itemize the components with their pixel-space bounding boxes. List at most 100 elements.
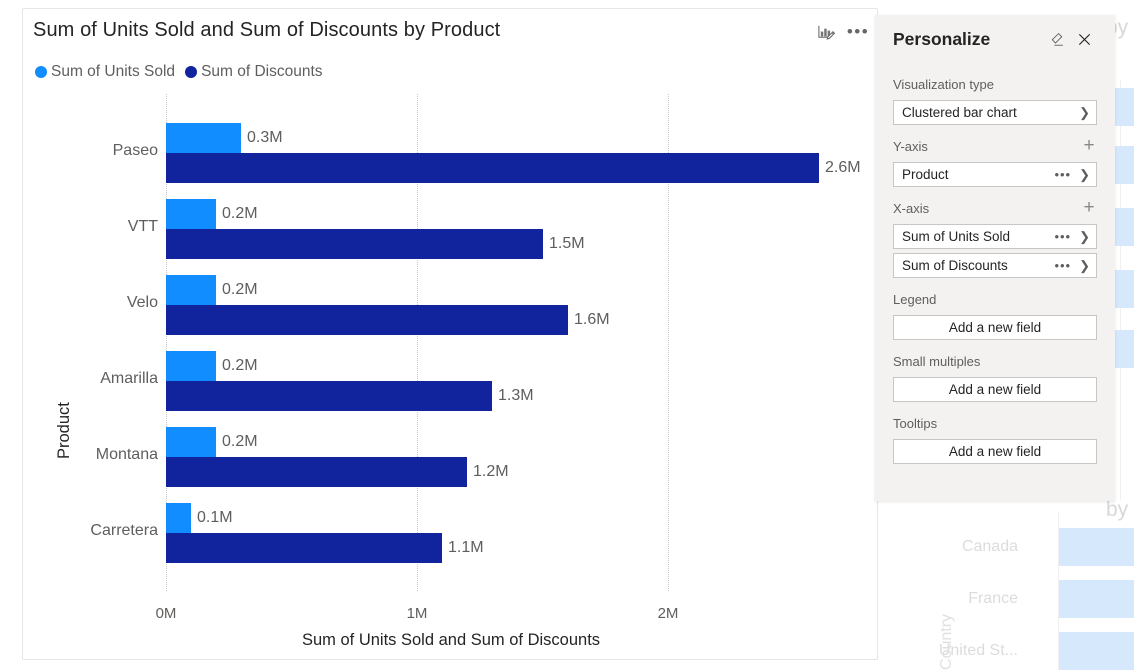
bar-data-label: 1.3M <box>498 387 534 404</box>
chart-visual-card[interactable]: Sum of Units Sold and Sum of Discounts b… <box>22 8 878 660</box>
chevron-right-icon[interactable]: ❯ <box>1079 229 1090 245</box>
chevron-right-icon[interactable]: ❯ <box>1079 105 1090 121</box>
field-more-options-icon[interactable]: ••• <box>1054 258 1071 273</box>
background-gridline <box>1058 512 1059 670</box>
pane-section-y-axis: Y-axis + Product ••• ❯ <box>893 135 1097 187</box>
pane-section-visualization-type: Visualization type Clustered bar chart ❯ <box>893 73 1097 125</box>
background-bar <box>1058 580 1134 618</box>
pane-section-label: X-axis <box>893 200 930 216</box>
bar-group: Amarilla 0.2M 1.3M <box>23 351 879 411</box>
pane-section-legend: Legend Add a new field <box>893 288 1097 340</box>
pane-section-header: Y-axis + <box>893 135 1097 157</box>
pane-section-header: X-axis + <box>893 197 1097 219</box>
field-label: Sum of Discounts <box>902 258 1008 273</box>
bar-sum-of-units-sold[interactable] <box>166 199 216 229</box>
bar-row: 0.2M <box>166 275 876 305</box>
y-axis-category-label[interactable]: Velo <box>33 294 158 312</box>
chart-legend: Sum of Units Sold Sum of Discounts <box>35 63 323 81</box>
bar-data-label: 1.5M <box>549 235 585 252</box>
add-new-field-label: Add a new field <box>948 444 1042 459</box>
close-icon[interactable] <box>1071 26 1097 52</box>
personalize-pane-title: Personalize <box>893 28 991 49</box>
bar-data-label: 2.6M <box>825 159 861 176</box>
bar-row: 0.1M <box>166 503 876 533</box>
field-label: Clustered bar chart <box>902 105 1017 120</box>
bar-sum-of-discounts[interactable] <box>166 457 467 487</box>
pane-section-x-axis: X-axis + Sum of Units Sold ••• ❯ Sum of Disco… <box>893 197 1097 278</box>
bar-row: 1.3M <box>166 381 876 411</box>
personalize-visual-icon[interactable] <box>815 21 837 43</box>
bar-row: 1.5M <box>166 229 876 259</box>
bar-row: 0.2M <box>166 351 876 381</box>
pane-section-label: Small multiples <box>893 353 981 369</box>
legend-item-discounts[interactable]: Sum of Discounts <box>185 63 323 81</box>
bar-data-label: 0.2M <box>222 433 258 450</box>
bar-row: 0.2M <box>166 199 876 229</box>
bar-data-label: 0.2M <box>222 357 258 374</box>
background-bar <box>1058 528 1134 566</box>
field-box-product[interactable]: Product ••• ❯ <box>893 162 1097 187</box>
legend-item-units-sold[interactable]: Sum of Units Sold <box>35 63 175 81</box>
personalize-pane[interactable]: Personalize Visualization type Clustered … <box>875 15 1115 501</box>
add-field-plus-icon[interactable]: + <box>1081 136 1097 155</box>
bar-sum-of-units-sold[interactable] <box>166 503 191 533</box>
bar-sum-of-units-sold[interactable] <box>166 427 216 457</box>
pane-section-header: Legend <box>893 288 1097 310</box>
field-more-options-icon[interactable]: ••• <box>1054 167 1071 182</box>
bar-sum-of-discounts[interactable] <box>166 533 442 563</box>
background-category-france: France <box>968 590 1018 607</box>
bar-sum-of-units-sold[interactable] <box>166 351 216 381</box>
bar-sum-of-discounts[interactable] <box>166 153 819 183</box>
pane-section-tooltips: Tooltips Add a new field <box>893 412 1097 464</box>
y-axis-category-label[interactable]: Amarilla <box>33 370 158 388</box>
field-label: Product <box>902 167 949 182</box>
pane-section-label: Tooltips <box>893 415 938 431</box>
field-box-sum-of-discounts[interactable]: Sum of Discounts ••• ❯ <box>893 253 1097 278</box>
bar-group: Carretera 0.1M 1.1M <box>23 503 879 563</box>
bar-row: 0.2M <box>166 427 876 457</box>
bar-sum-of-discounts[interactable] <box>166 229 543 259</box>
y-axis-category-label[interactable]: Montana <box>33 446 158 464</box>
more-options-icon[interactable]: ••• <box>847 21 869 43</box>
y-axis-category-label[interactable]: Carretera <box>33 522 158 540</box>
bar-group: Montana 0.2M 1.2M <box>23 427 879 487</box>
chevron-right-icon[interactable]: ❯ <box>1079 167 1090 183</box>
y-axis-category-label[interactable]: Paseo <box>33 142 158 160</box>
pane-section-header: Small multiples <box>893 350 1097 372</box>
bar-sum-of-discounts[interactable] <box>166 381 492 411</box>
y-axis-category-label[interactable]: VTT <box>33 218 158 236</box>
field-box-clustered-bar-chart[interactable]: Clustered bar chart ❯ <box>893 100 1097 125</box>
pane-section-label: Legend <box>893 291 937 307</box>
bar-row: 2.6M <box>166 153 876 183</box>
field-more-options-icon[interactable]: ••• <box>1054 229 1071 244</box>
bar-sum-of-units-sold[interactable] <box>166 275 216 305</box>
bar-data-label: 0.3M <box>247 129 283 146</box>
bar-sum-of-units-sold[interactable] <box>166 123 241 153</box>
x-axis-ticks: 0M 1M 2M <box>23 605 879 629</box>
personalize-sections: Visualization type Clustered bar chart ❯ Y-… <box>893 73 1097 464</box>
bar-group: Velo 0.2M 1.6M <box>23 275 879 335</box>
bar-groups: Paseo 0.3M 2.6M VTT 0.2M 1.5M Velo 0.2M 1.6M Amar… <box>23 94 879 574</box>
add-field-plus-icon[interactable]: + <box>1081 198 1097 217</box>
bar-data-label: 0.2M <box>222 281 258 298</box>
x-axis-tick-label: 2M <box>657 605 679 622</box>
background-axis-title-country: Country <box>938 613 955 670</box>
pane-section-header: Visualization type <box>893 73 1097 95</box>
bar-group: Paseo 0.3M 2.6M <box>23 123 879 183</box>
visual-header-icons: ••• <box>815 21 869 43</box>
eraser-icon[interactable] <box>1045 26 1071 52</box>
field-box-sum-of-units-sold[interactable]: Sum of Units Sold ••• ❯ <box>893 224 1097 249</box>
chevron-right-icon[interactable]: ❯ <box>1079 258 1090 274</box>
add-new-field-button[interactable]: Add a new field <box>893 315 1097 340</box>
pane-section-label: Y-axis <box>893 138 928 154</box>
x-axis-title: Sum of Units Sold and Sum of Discounts <box>301 631 601 649</box>
pane-section-small-multiples: Small multiples Add a new field <box>893 350 1097 402</box>
add-new-field-button[interactable]: Add a new field <box>893 377 1097 402</box>
background-category-canada: Canada <box>961 538 1018 555</box>
bar-sum-of-discounts[interactable] <box>166 305 568 335</box>
add-new-field-label: Add a new field <box>948 320 1042 335</box>
background-category-united-states: United St... <box>938 642 1018 659</box>
bar-row: 0.3M <box>166 123 876 153</box>
add-new-field-button[interactable]: Add a new field <box>893 439 1097 464</box>
plot-area: Product Paseo 0.3M 2.6M VTT 0.2M 1.5M Velo 0.2M… <box>23 94 879 591</box>
